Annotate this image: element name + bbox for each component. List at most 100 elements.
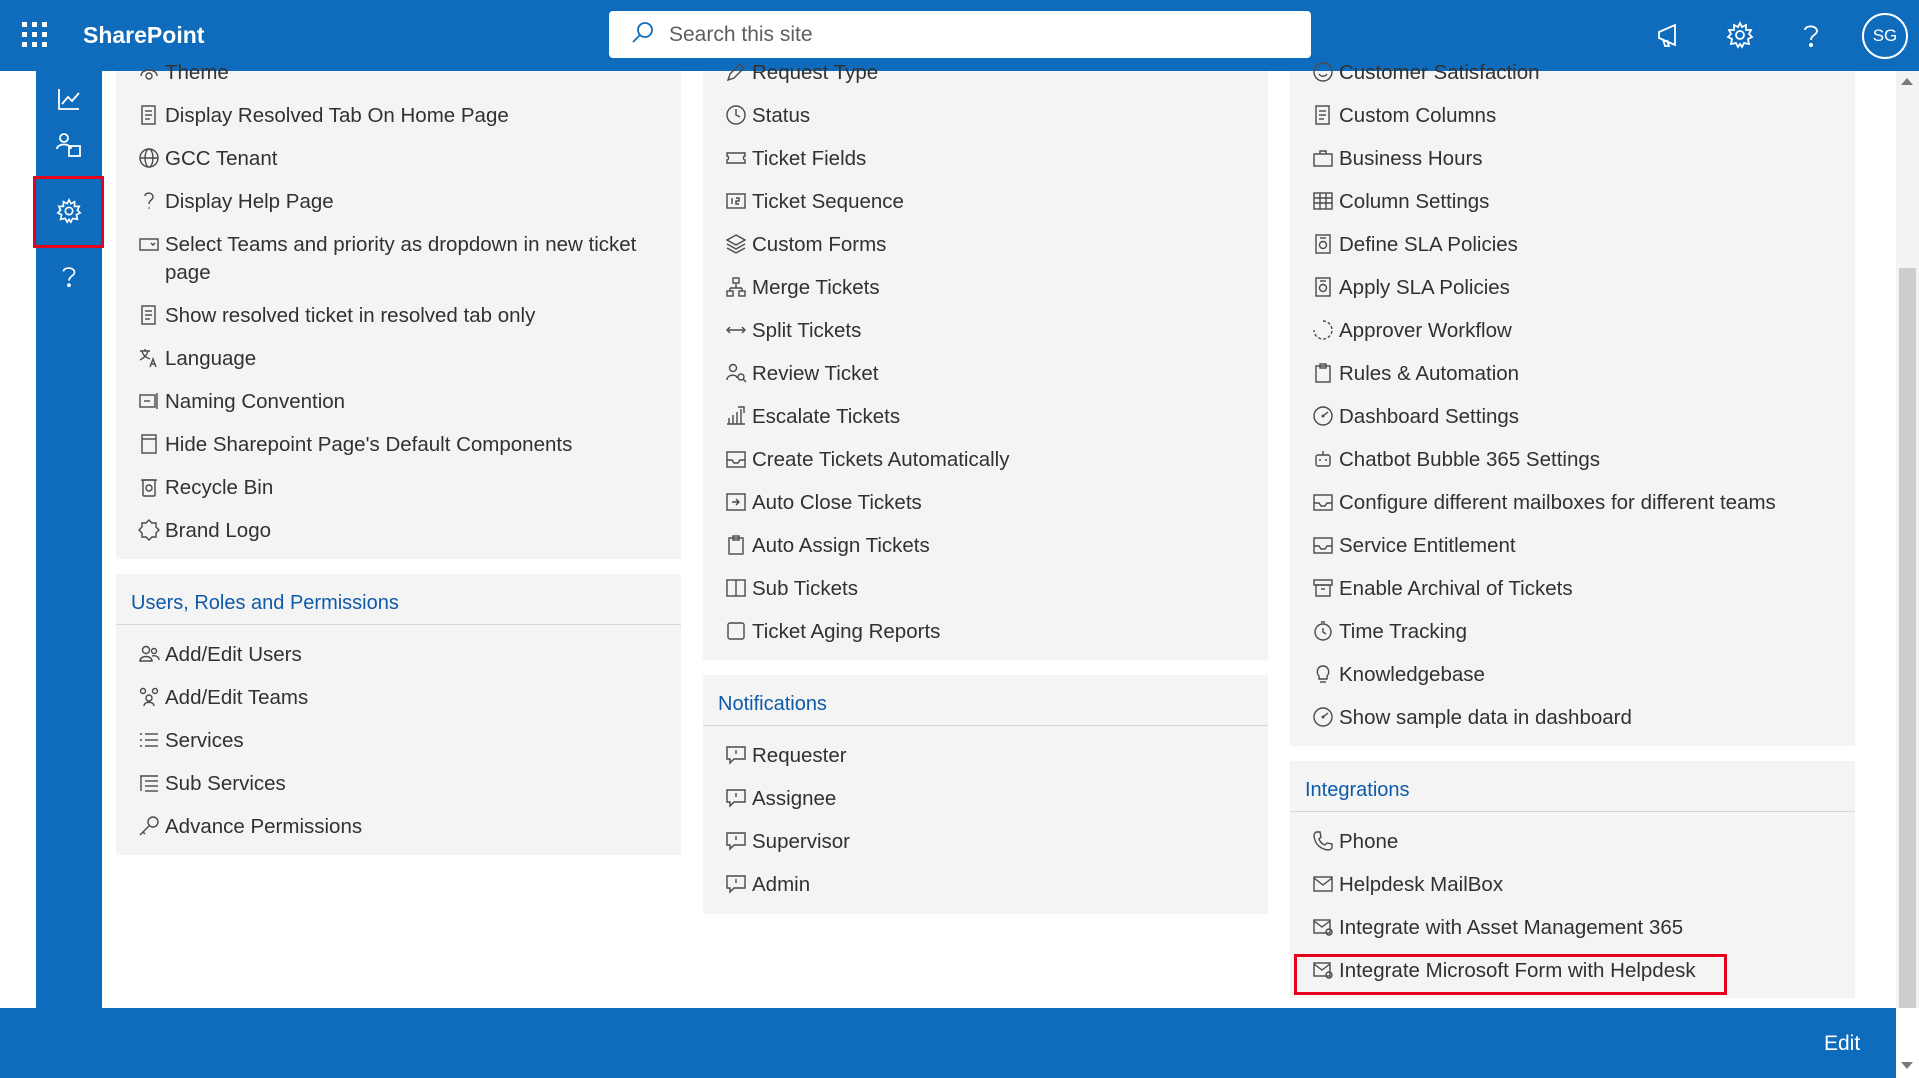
- menu-item-column-settings[interactable]: Column Settings: [1311, 188, 1851, 216]
- translate-icon: [137, 346, 161, 370]
- menu-item-define-sla-policies[interactable]: Define SLA Policies: [1311, 231, 1851, 259]
- people-icon: [137, 642, 161, 666]
- menu-item-services[interactable]: Services: [137, 727, 667, 755]
- scroll-down-arrow-icon[interactable]: [1901, 1062, 1913, 1069]
- search-box[interactable]: [609, 11, 1311, 58]
- menu-item-theme[interactable]: Theme: [137, 59, 667, 87]
- menu-item-configure-different-mailboxes-for-different-teams[interactable]: Configure different mailboxes for differ…: [1311, 489, 1851, 517]
- settings-highlight-box: [33, 176, 104, 248]
- menu-item-label: Column Settings: [1339, 190, 1490, 213]
- question-icon[interactable]: [1793, 17, 1829, 53]
- search-icon: [631, 20, 655, 49]
- users-icon[interactable]: [36, 117, 102, 173]
- help-icon[interactable]: [36, 248, 102, 304]
- menu-item-advance-permissions[interactable]: Advance Permissions: [137, 813, 667, 841]
- menu-item-ticket-aging-reports[interactable]: Ticket Aging Reports: [724, 618, 1254, 646]
- menu-item-label: Hide Sharepoint Page's Default Component…: [165, 433, 573, 456]
- mail-settings-icon: [1311, 915, 1335, 939]
- menu-item-ticket-fields[interactable]: Ticket Fields: [724, 145, 1254, 173]
- search-input[interactable]: [669, 22, 1269, 47]
- menu-item-gcc-tenant[interactable]: GCC Tenant: [137, 145, 667, 173]
- menu-item-custom-forms[interactable]: Custom Forms: [724, 231, 1254, 259]
- menu-item-admin[interactable]: Admin: [724, 871, 1254, 899]
- phone-icon: [1311, 829, 1335, 853]
- clock-icon: [724, 103, 748, 127]
- menu-item-approver-workflow[interactable]: Approver Workflow: [1311, 317, 1851, 345]
- menu-item-add-edit-users[interactable]: Add/Edit Users: [137, 641, 667, 669]
- menu-item-sub-tickets[interactable]: Sub Tickets: [724, 575, 1254, 603]
- globe-icon: [137, 146, 161, 170]
- menu-item-label: GCC Tenant: [165, 147, 278, 170]
- menu-item-show-resolved-ticket-in-resolved-tab-only[interactable]: Show resolved ticket in resolved tab onl…: [137, 302, 667, 330]
- menu-item-enable-archival-of-tickets[interactable]: Enable Archival of Tickets: [1311, 575, 1851, 603]
- menu-item-chatbot-bubble-365-settings[interactable]: Chatbot Bubble 365 Settings: [1311, 446, 1851, 474]
- menu-item-label: Select Teams and priority as dropdown in…: [165, 233, 637, 284]
- menu-item-recycle-bin[interactable]: Recycle Bin: [137, 474, 667, 502]
- menu-item-review-ticket[interactable]: Review Ticket: [724, 360, 1254, 388]
- megaphone-icon[interactable]: [1651, 17, 1687, 53]
- menu-item-select-teams-and-priority-as-dropdown-in-new-ticket-page[interactable]: Select Teams and priority as dropdown in…: [137, 231, 667, 287]
- gear-icon[interactable]: [1722, 17, 1758, 53]
- menu-item-label: Request Type: [752, 61, 879, 84]
- page-icon: [137, 432, 161, 456]
- menu-item-label: Customer Satisfaction: [1339, 61, 1540, 84]
- menu-item-sub-services[interactable]: Sub Services: [137, 770, 667, 798]
- menu-item-request-type[interactable]: Request Type: [724, 59, 1254, 87]
- menu-item-assignee[interactable]: Assignee: [724, 785, 1254, 813]
- mail-inbox-icon: [1311, 490, 1335, 514]
- menu-item-service-entitlement[interactable]: Service Entitlement: [1311, 532, 1851, 560]
- menu-item-label: Display Resolved Tab On Home Page: [165, 104, 509, 127]
- dashboard-icon: [1311, 705, 1335, 729]
- menu-item-dashboard-settings[interactable]: Dashboard Settings: [1311, 403, 1851, 431]
- dropdown-icon: [137, 232, 161, 256]
- app-launcher-icon[interactable]: [20, 20, 50, 50]
- menu-item-show-sample-data-in-dashboard[interactable]: Show sample data in dashboard: [1311, 704, 1851, 732]
- menu-item-requester[interactable]: Requester: [724, 742, 1254, 770]
- menu-item-customer-satisfaction[interactable]: Customer Satisfaction: [1311, 59, 1851, 87]
- mail-icon: [1311, 872, 1335, 896]
- review-icon: [724, 361, 748, 385]
- menu-item-rules-automation[interactable]: Rules & Automation: [1311, 360, 1851, 388]
- menu-item-escalate-tickets[interactable]: Escalate Tickets: [724, 403, 1254, 431]
- badge-icon: [137, 518, 161, 542]
- menu-item-supervisor[interactable]: Supervisor: [724, 828, 1254, 856]
- split-view-icon: [724, 576, 748, 600]
- menu-item-display-help-page[interactable]: Display Help Page: [137, 188, 667, 216]
- menu-item-naming-convention[interactable]: Naming Convention: [137, 388, 667, 416]
- menu-item-helpdesk-mailbox[interactable]: Helpdesk MailBox: [1311, 871, 1851, 899]
- menu-item-brand-logo[interactable]: Brand Logo: [137, 517, 667, 545]
- menu-item-label: Language: [165, 347, 257, 370]
- menu-item-display-resolved-tab-on-home-page[interactable]: Display Resolved Tab On Home Page: [137, 102, 667, 130]
- menu-item-language[interactable]: Language: [137, 345, 667, 373]
- menu-item-integrate-with-asset-management-365[interactable]: Integrate with Asset Management 365: [1311, 914, 1851, 942]
- menu-item-create-tickets-automatically[interactable]: Create Tickets Automatically: [724, 446, 1254, 474]
- menu-item-time-tracking[interactable]: Time Tracking: [1311, 618, 1851, 646]
- edit-button[interactable]: Edit: [1824, 1032, 1860, 1056]
- menu-item-status[interactable]: Status: [724, 102, 1254, 130]
- menu-item-label: Helpdesk MailBox: [1339, 873, 1504, 896]
- menu-item-label: Merge Tickets: [752, 276, 880, 299]
- menu-item-ticket-sequence[interactable]: Ticket Sequence: [724, 188, 1254, 216]
- menu-item-label: Ticket Fields: [752, 147, 867, 170]
- question-icon: [137, 189, 161, 213]
- menu-item-knowledgebase[interactable]: Knowledgebase: [1311, 661, 1851, 689]
- menu-item-auto-assign-tickets[interactable]: Auto Assign Tickets: [724, 532, 1254, 560]
- menu-item-phone[interactable]: Phone: [1311, 828, 1851, 856]
- menu-item-add-edit-teams[interactable]: Add/Edit Teams: [137, 684, 667, 712]
- menu-item-hide-sharepoint-page-s-default-components[interactable]: Hide Sharepoint Page's Default Component…: [137, 431, 667, 459]
- menu-item-label: Auto Close Tickets: [752, 491, 922, 514]
- menu-item-custom-columns[interactable]: Custom Columns: [1311, 102, 1851, 130]
- app-title[interactable]: SharePoint: [83, 22, 204, 49]
- scroll-up-arrow-icon[interactable]: [1901, 78, 1913, 85]
- menu-item-label: Approver Workflow: [1339, 319, 1512, 342]
- menu-item-auto-close-tickets[interactable]: Auto Close Tickets: [724, 489, 1254, 517]
- scrollbar-thumb[interactable]: [1899, 268, 1916, 1008]
- menu-item-merge-tickets[interactable]: Merge Tickets: [724, 274, 1254, 302]
- menu-item-apply-sla-policies[interactable]: Apply SLA Policies: [1311, 274, 1851, 302]
- menu-item-business-hours[interactable]: Business Hours: [1311, 145, 1851, 173]
- avatar[interactable]: SG: [1862, 13, 1908, 59]
- menu-item-label: Define SLA Policies: [1339, 233, 1518, 256]
- menu-item-split-tickets[interactable]: Split Tickets: [724, 317, 1254, 345]
- menu-item-label: Custom Forms: [752, 233, 887, 256]
- menu-item-label: Sub Services: [165, 772, 286, 795]
